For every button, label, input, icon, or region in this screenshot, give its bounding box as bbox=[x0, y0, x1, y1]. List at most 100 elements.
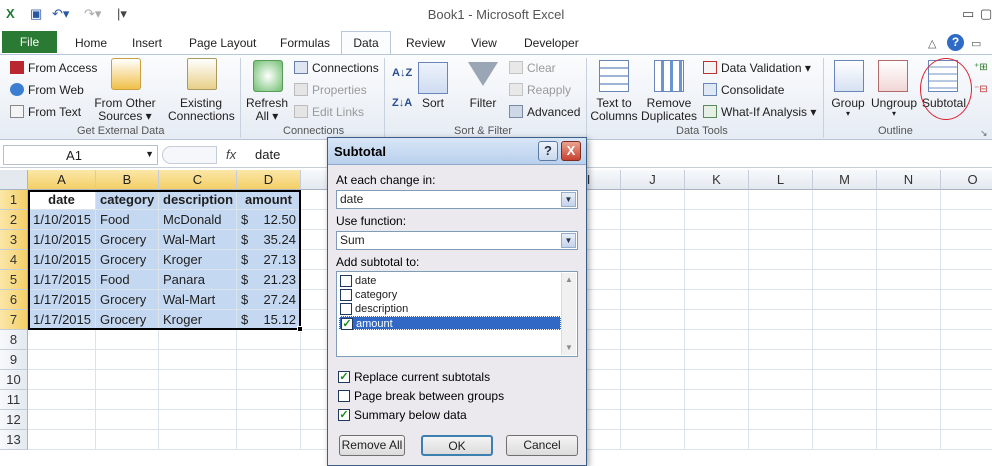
cell[interactable] bbox=[685, 350, 749, 370]
cell[interactable]: 1/17/2015 bbox=[28, 290, 96, 310]
cell[interactable]: 1/10/2015 bbox=[28, 250, 96, 270]
header-cell[interactable]: category bbox=[96, 190, 159, 210]
cell[interactable] bbox=[96, 410, 159, 430]
cell[interactable] bbox=[877, 210, 941, 230]
list-item[interactable]: description bbox=[339, 302, 561, 316]
cell[interactable] bbox=[28, 430, 96, 450]
cell[interactable]: 1/10/2015 bbox=[28, 210, 96, 230]
cell[interactable] bbox=[159, 350, 237, 370]
cell[interactable] bbox=[941, 190, 992, 210]
cell[interactable] bbox=[749, 370, 813, 390]
cell[interactable] bbox=[877, 250, 941, 270]
ungroup-dropdown-icon[interactable]: ▾ bbox=[868, 107, 920, 121]
at-each-change-select[interactable]: date ▼ bbox=[336, 190, 578, 209]
cell[interactable]: 1/17/2015 bbox=[28, 310, 96, 330]
ok-button[interactable]: OK bbox=[421, 435, 493, 456]
cell[interactable] bbox=[749, 310, 813, 330]
tab-view[interactable]: View bbox=[471, 36, 497, 50]
remove-duplicates-button[interactable]: Remove bbox=[640, 96, 698, 110]
column-header-o[interactable]: O bbox=[941, 170, 992, 190]
cell[interactable] bbox=[877, 430, 941, 450]
header-cell[interactable]: description bbox=[159, 190, 237, 210]
cell[interactable] bbox=[685, 390, 749, 410]
cell[interactable] bbox=[749, 230, 813, 250]
cell[interactable] bbox=[813, 410, 877, 430]
cell[interactable] bbox=[941, 290, 992, 310]
tab-data[interactable]: Data bbox=[341, 31, 391, 55]
cell[interactable] bbox=[941, 210, 992, 230]
row-header[interactable]: 7 bbox=[0, 310, 28, 330]
cell[interactable] bbox=[621, 410, 685, 430]
page-break-checkbox[interactable] bbox=[338, 390, 350, 402]
cell[interactable] bbox=[813, 210, 877, 230]
select-all-corner[interactable] bbox=[0, 170, 28, 190]
list-scrollbar[interactable]: ▲ ▼ bbox=[561, 273, 576, 355]
cell[interactable] bbox=[685, 250, 749, 270]
chevron-down-icon[interactable]: ▼ bbox=[561, 233, 576, 248]
tab-file[interactable]: File bbox=[2, 31, 57, 53]
from-other-sources-dropdown[interactable]: Sources ▾ bbox=[92, 109, 158, 123]
ribbon-collapse-icon[interactable]: △ bbox=[928, 36, 936, 52]
filter-button[interactable]: Filter bbox=[462, 96, 504, 110]
cell[interactable] bbox=[159, 370, 237, 390]
cell[interactable] bbox=[941, 410, 992, 430]
cell[interactable] bbox=[159, 430, 237, 450]
connections-button[interactable]: Connections bbox=[312, 61, 379, 75]
column-header-n[interactable]: N bbox=[877, 170, 941, 190]
cell[interactable] bbox=[877, 310, 941, 330]
cell[interactable] bbox=[96, 350, 159, 370]
advanced-button[interactable]: Advanced bbox=[527, 105, 580, 119]
tab-home[interactable]: Home bbox=[75, 36, 107, 50]
cell[interactable]: Kroger bbox=[159, 310, 237, 330]
minimize-icon[interactable]: ▭ bbox=[962, 6, 974, 22]
cell[interactable] bbox=[813, 230, 877, 250]
use-function-select[interactable]: Sum ▼ bbox=[336, 231, 578, 250]
chevron-down-icon[interactable]: ▼ bbox=[561, 192, 576, 207]
cell[interactable] bbox=[621, 310, 685, 330]
clear-button[interactable]: Clear bbox=[527, 61, 556, 75]
cell[interactable] bbox=[749, 430, 813, 450]
sort-button[interactable]: Sort bbox=[414, 96, 452, 110]
remove-all-button[interactable]: Remove All bbox=[339, 435, 405, 456]
name-box[interactable]: A1 ▼ bbox=[3, 145, 158, 165]
cell[interactable] bbox=[96, 330, 159, 350]
existing-connections-label[interactable]: Connections bbox=[168, 109, 235, 123]
cell[interactable] bbox=[941, 370, 992, 390]
column-header-d[interactable]: D bbox=[237, 170, 301, 190]
cell[interactable] bbox=[813, 270, 877, 290]
cell[interactable]: Wal-Mart bbox=[159, 290, 237, 310]
list-item-selected[interactable]: ✓ amount bbox=[339, 316, 561, 330]
cell[interactable] bbox=[941, 430, 992, 450]
add-subtotal-list[interactable]: date category description ✓ amount ▲ ▼ bbox=[336, 271, 578, 357]
cell[interactable] bbox=[28, 370, 96, 390]
existing-connections-button[interactable]: Existing bbox=[168, 96, 234, 110]
text-to-columns-label[interactable]: Columns bbox=[588, 109, 640, 123]
cell[interactable] bbox=[96, 430, 159, 450]
row-header[interactable]: 8 bbox=[0, 330, 28, 350]
cell[interactable]: $27.13 bbox=[237, 250, 301, 270]
insert-function-icon[interactable]: fx bbox=[226, 147, 236, 162]
chevron-down-icon[interactable]: ▼ bbox=[145, 149, 154, 159]
cell[interactable] bbox=[749, 290, 813, 310]
cell[interactable] bbox=[621, 190, 685, 210]
cell[interactable] bbox=[28, 390, 96, 410]
row-header[interactable]: 11 bbox=[0, 390, 28, 410]
cell[interactable]: Kroger bbox=[159, 250, 237, 270]
refresh-all-dropdown[interactable]: All ▾ bbox=[244, 109, 290, 123]
from-other-sources-label[interactable]: From Other bbox=[92, 96, 158, 110]
column-header-l[interactable]: L bbox=[749, 170, 813, 190]
cell[interactable] bbox=[237, 430, 301, 450]
cell[interactable] bbox=[621, 350, 685, 370]
cell[interactable] bbox=[621, 430, 685, 450]
text-to-columns-button[interactable]: Text to bbox=[588, 96, 640, 110]
sort-descending-icon[interactable]: Z↓A bbox=[392, 96, 412, 110]
reapply-button[interactable]: Reapply bbox=[527, 83, 571, 97]
cell[interactable]: $12.50 bbox=[237, 210, 301, 230]
cell[interactable]: Grocery bbox=[96, 290, 159, 310]
list-item[interactable]: category bbox=[339, 288, 561, 302]
cell[interactable] bbox=[941, 270, 992, 290]
from-access-button[interactable]: From Access bbox=[28, 61, 97, 75]
cell[interactable] bbox=[159, 330, 237, 350]
cell[interactable] bbox=[749, 330, 813, 350]
cell[interactable] bbox=[685, 310, 749, 330]
